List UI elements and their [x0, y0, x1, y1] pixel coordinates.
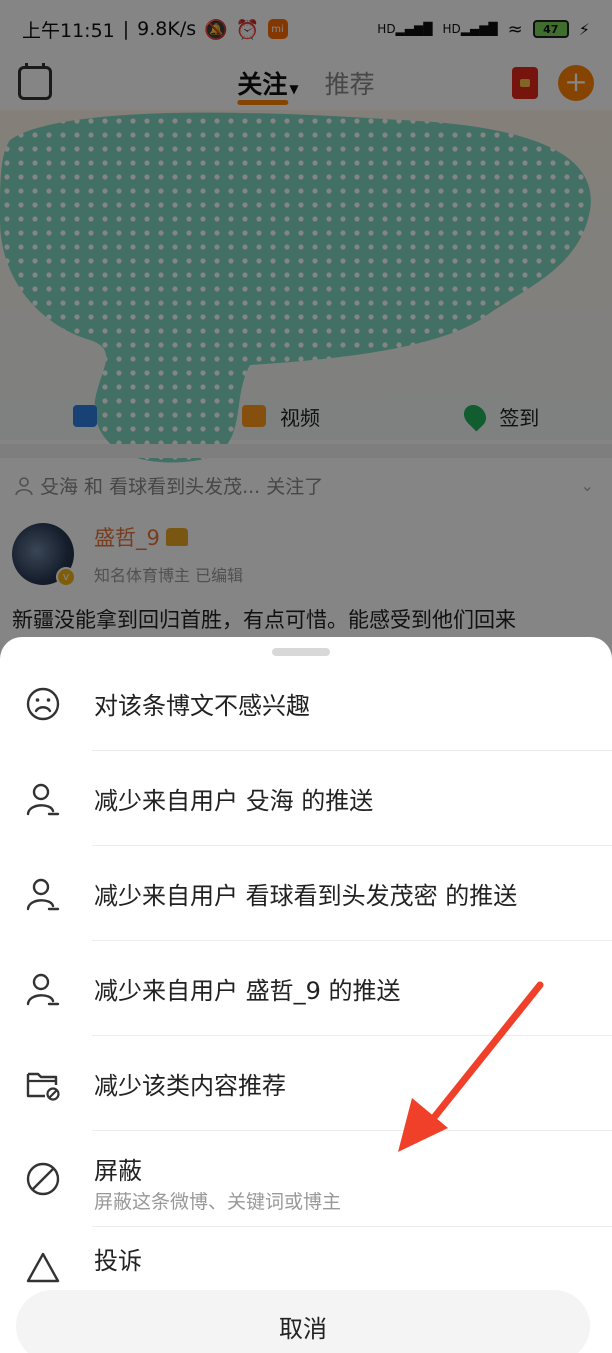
user-minus-icon [24, 970, 62, 1008]
cancel-button[interactable]: 取消 [16, 1290, 590, 1353]
user-minus-icon [24, 780, 62, 818]
menu-report[interactable]: 投诉 [0, 1227, 612, 1287]
sad-face-icon [24, 685, 62, 723]
block-icon [24, 1160, 62, 1198]
menu-reduce-user-2[interactable]: 减少来自用户 看球看到头发茂密 的推送 [0, 846, 612, 941]
menu-reduce-user-1[interactable]: 减少来自用户 殳海 的推送 [0, 751, 612, 846]
warning-icon [24, 1249, 62, 1287]
action-sheet: 对该条博文不感兴趣 减少来自用户 殳海 的推送 减少来自用户 看球看到头发茂密 … [0, 637, 612, 1353]
sheet-handle[interactable] [272, 648, 330, 656]
menu-reduce-category[interactable]: 减少该类内容推荐 [0, 1036, 612, 1131]
user-minus-icon [24, 875, 62, 913]
menu-block[interactable]: 屏蔽 屏蔽这条微博、关键词或博主 [0, 1131, 612, 1226]
menu-reduce-user-3[interactable]: 减少来自用户 盛哲_9 的推送 [0, 941, 612, 1036]
folder-block-icon [24, 1065, 62, 1103]
menu-not-interested[interactable]: 对该条博文不感兴趣 [0, 656, 612, 751]
